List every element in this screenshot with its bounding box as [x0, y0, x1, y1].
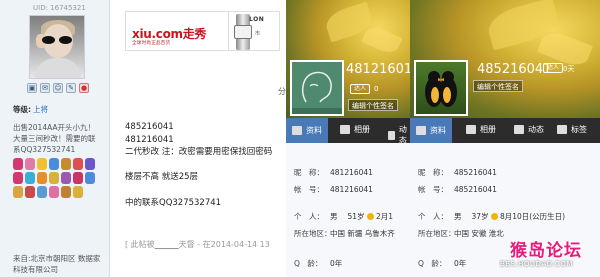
medal-icon[interactable]	[13, 186, 23, 198]
post-body: 485216041 481216041 二代秒改 注：改密需要用密保找回密码 楼层不高…	[125, 121, 272, 209]
post-line: 中的联系QQ327532741	[125, 197, 222, 208]
location-row: 所在地区：中国 安徽 淮北	[418, 229, 504, 238]
account-row: 帐 号： 481216041	[294, 185, 373, 194]
account-row: 帐 号： 485216041	[418, 185, 497, 194]
info-icon	[416, 126, 426, 135]
watermark-text: 猴岛论坛	[510, 241, 582, 261]
profile-icon[interactable]: ▣	[27, 83, 37, 93]
album-icon	[340, 125, 350, 134]
badge-level: 0天	[563, 65, 575, 73]
user-level: 等级: 上将	[13, 104, 97, 115]
medal-icon[interactable]	[25, 172, 35, 184]
level-label: 等级:	[13, 105, 31, 114]
personal-row: 个 人：男 51岁 2月1	[294, 212, 393, 221]
tab-feed[interactable]: 动态	[514, 124, 544, 135]
medal-icon[interactable]	[49, 186, 59, 198]
tab-tags[interactable]: 标签	[557, 124, 587, 135]
talent-badge: 达人	[350, 84, 371, 94]
medal-icon[interactable]	[61, 158, 71, 170]
medal-icon[interactable]	[73, 172, 83, 184]
ad2-brand: LON	[249, 16, 265, 23]
site-watermark: 猴岛论坛 BBS.HOUDAO.COM	[498, 236, 600, 277]
location-row: 所在地区：中国 新疆 乌鲁木齐	[294, 229, 395, 238]
profile-avatar[interactable]	[414, 60, 468, 116]
mail-icon[interactable]: ✎	[66, 83, 76, 93]
profile-tabs: 资料 相册 动态 标签	[410, 118, 600, 143]
edit-signature-button[interactable]: 编辑个性签名	[348, 99, 398, 111]
ad-note: 分	[278, 87, 286, 96]
post-content: xiu.com走秀 全球时尚正品百货 LON 市 分 485216041 4812…	[110, 0, 286, 277]
post-line: 485216041	[125, 122, 174, 132]
medal-icon[interactable]	[13, 158, 23, 170]
edit-signature: [ 此帖被______天督 - 在2014-04-14 13	[125, 240, 270, 249]
post-line	[125, 159, 272, 172]
profile-avatar[interactable]	[290, 60, 344, 116]
post-line	[125, 184, 272, 197]
info-icon	[292, 126, 302, 135]
album-icon	[466, 125, 476, 134]
user-action-icons: ▣ ✉ ☺ ✎ ●	[27, 83, 97, 93]
tab-info[interactable]: 资料	[286, 118, 328, 143]
nickname-row: 昵 称： 481216041	[294, 168, 373, 177]
medal-icon[interactable]	[61, 172, 71, 184]
tab-album[interactable]: 相册	[340, 124, 370, 135]
feed-icon	[388, 130, 395, 140]
personal-row: 个 人：男 37岁 8月10日(公历生日)	[418, 212, 566, 221]
watermark-url: BBS.HOUDAO.COM	[500, 260, 573, 268]
user-sidebar: UID: 16745321 ▣ ✉ ☺ ✎ ● 等级: 上将 出售2014AA开头…	[0, 0, 110, 277]
profile-tabs: 资料 相册 动态	[286, 118, 410, 146]
medal-icon[interactable]	[73, 158, 83, 170]
qq-age-row: Q 龄： 0年	[418, 259, 467, 268]
user-location: 来自:北京市朝阳区 数据家科技有限公司	[13, 254, 101, 274]
medal-icon[interactable]	[49, 158, 59, 170]
qq-age-row: Q 龄： 0年	[294, 259, 343, 268]
message-icon[interactable]: ✉	[40, 83, 50, 93]
ad-banner-xiu[interactable]: xiu.com走秀 全球时尚正品百货	[125, 11, 230, 51]
medal-icon[interactable]	[85, 158, 95, 170]
post-line: 481216041	[125, 134, 174, 145]
medal-icon[interactable]	[85, 172, 95, 184]
edit-signature-button[interactable]: 编辑个性签名	[473, 80, 523, 92]
uid-text: UID: 16745321	[33, 4, 86, 12]
medal-icon[interactable]	[37, 172, 47, 184]
medal-icon[interactable]	[37, 158, 47, 170]
medal-icon[interactable]	[73, 186, 83, 198]
post-line: 楼层不高 就送25层	[125, 172, 199, 183]
badge-level: 0	[374, 85, 379, 93]
medal-icon[interactable]	[61, 186, 71, 198]
tag-icon	[557, 125, 567, 134]
user-avatar[interactable]	[29, 15, 85, 79]
user-intro: 出售2014AA开头小九！大量三间秒改！需要的联系QQ327532741	[13, 123, 96, 154]
medal-list	[13, 158, 103, 198]
qq-number: 485216041	[477, 62, 552, 77]
level-link[interactable]: 上将	[33, 105, 48, 114]
ad-tagline: 全球时尚正品百货	[132, 41, 171, 46]
medal-icon[interactable]	[25, 186, 35, 198]
birthday-icon	[490, 213, 498, 220]
editor-link[interactable]: ______	[155, 240, 179, 249]
qq-number: 48121601	[346, 62, 410, 77]
ad-banner-watch[interactable]: LON 市	[228, 11, 280, 51]
medal-icon[interactable]	[37, 186, 47, 198]
ad2-sub: 市	[255, 31, 261, 37]
qq-icon[interactable]: ●	[79, 83, 89, 93]
nickname-row: 昵 称： 485216041	[418, 168, 497, 177]
qq-profile-panel-1: 48121601 达人 0 编辑个性签名 资料 相册 动态 昵 称： 481216…	[286, 0, 410, 277]
post-line: 二代秒改 注：改密需要用密保找回密码	[125, 147, 273, 158]
talent-badge: 达人	[543, 63, 564, 73]
medal-icon[interactable]	[49, 172, 59, 184]
tab-album[interactable]: 相册	[466, 124, 496, 135]
tab-feed[interactable]: 动态	[388, 124, 410, 146]
medal-icon[interactable]	[13, 172, 23, 184]
medal-icon[interactable]	[25, 158, 35, 170]
birthday-icon	[366, 213, 374, 220]
tab-info[interactable]: 资料	[410, 118, 452, 143]
feed-icon	[514, 125, 524, 134]
add-friend-icon[interactable]: ☺	[53, 83, 63, 93]
